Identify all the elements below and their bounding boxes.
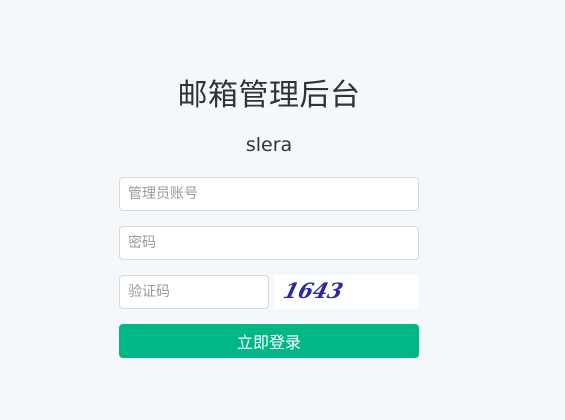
captcha-input[interactable] [119, 275, 269, 309]
page-title: 邮箱管理后台 [177, 78, 361, 113]
page-subtitle: slera [245, 134, 293, 156]
login-page: 邮箱管理后台 slera 1643 立即登录 [0, 0, 565, 420]
login-button[interactable]: 立即登录 [119, 324, 419, 358]
captcha-image[interactable]: 1643 [274, 275, 419, 309]
captcha-text: 1643 [281, 279, 346, 304]
username-input[interactable] [119, 177, 419, 211]
password-input[interactable] [119, 226, 419, 260]
captcha-graphic: 1643 [281, 279, 346, 304]
